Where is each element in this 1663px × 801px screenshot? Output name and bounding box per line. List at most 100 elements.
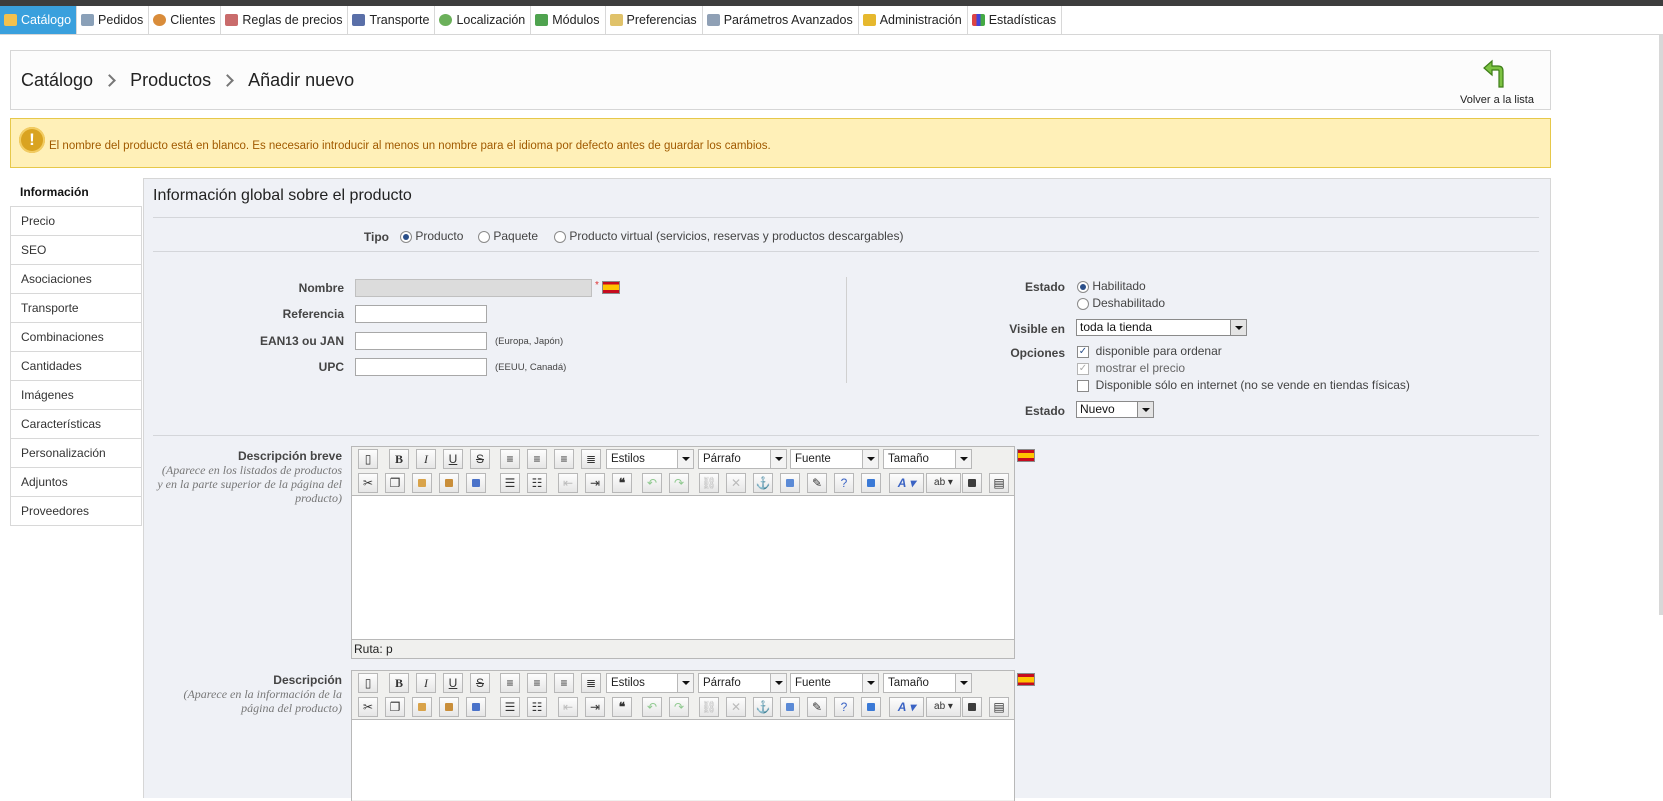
short-description-textarea[interactable] — [352, 495, 1014, 640]
visibility-select[interactable]: toda la tienda — [1076, 319, 1247, 336]
align-right-icon[interactable]: ≡ — [554, 449, 574, 469]
italic-icon[interactable]: I — [416, 449, 436, 469]
cleanup-icon[interactable]: ✎ — [807, 473, 827, 493]
outdent-icon[interactable]: ⇤ — [558, 697, 578, 717]
align-justify-icon[interactable]: ≣ — [581, 449, 601, 469]
styles-select[interactable]: Estilos — [606, 673, 694, 693]
page-scrollbar[interactable] — [1659, 35, 1663, 615]
status-option-enabled[interactable]: Habilitado — [1077, 279, 1146, 293]
nav-item-estadisticas[interactable]: Estadísticas — [968, 6, 1063, 34]
styles-select[interactable]: Estilos — [606, 449, 694, 469]
copy-icon[interactable]: ❐ — [385, 697, 405, 717]
unlink-icon[interactable]: ✕ — [726, 473, 746, 493]
type-option-product[interactable]: Producto — [400, 229, 463, 243]
sidebar-item-caracteristicas[interactable]: Características — [10, 410, 142, 439]
radio-virtual[interactable] — [554, 230, 566, 243]
highlight-color-icon[interactable]: ab ▾ — [926, 697, 961, 717]
underline-icon[interactable]: U — [443, 673, 463, 693]
option-show-price[interactable]: ✓ mostrar el precio — [1077, 361, 1185, 375]
checkbox-available-order[interactable]: ✓ — [1077, 345, 1089, 358]
status-option-disabled[interactable]: Deshabilitado — [1077, 296, 1165, 310]
media-icon[interactable] — [962, 697, 982, 717]
radio-pack[interactable] — [478, 230, 490, 243]
highlight-color-icon[interactable]: ab ▾ — [926, 473, 961, 493]
spain-flag-icon[interactable] — [1017, 449, 1035, 462]
sidebar-item-asociaciones[interactable]: Asociaciones — [10, 265, 142, 294]
nav-item-catalogo[interactable]: Catálogo — [0, 6, 78, 34]
option-available-order[interactable]: ✓ disponible para ordenar — [1077, 344, 1222, 358]
strikethrough-icon[interactable]: S — [470, 449, 490, 469]
nav-item-administracion[interactable]: Administración — [859, 6, 968, 34]
checkbox-show-price[interactable]: ✓ — [1077, 362, 1089, 375]
breadcrumb-item[interactable]: Productos — [130, 70, 211, 91]
help-icon[interactable]: ? — [834, 697, 854, 717]
align-left-icon[interactable]: ≡ — [500, 449, 520, 469]
copy-icon[interactable]: ❐ — [385, 473, 405, 493]
paste-icon[interactable] — [412, 697, 432, 717]
nav-item-pedidos[interactable]: Pedidos — [77, 6, 150, 34]
image-icon[interactable] — [780, 697, 800, 717]
align-justify-icon[interactable]: ≣ — [581, 673, 601, 693]
breadcrumb-item[interactable]: Catálogo — [21, 70, 93, 91]
html-source-icon[interactable] — [861, 473, 881, 493]
text-color-icon[interactable]: A ▾ — [889, 473, 924, 493]
bold-icon[interactable]: B — [389, 673, 409, 693]
align-right-icon[interactable]: ≡ — [554, 673, 574, 693]
spain-flag-icon[interactable] — [602, 281, 620, 294]
paste-word-icon[interactable] — [466, 473, 486, 493]
nav-item-localizacion[interactable]: Localización — [435, 6, 532, 34]
nav-item-clientes[interactable]: Clientes — [149, 6, 222, 34]
font-select[interactable]: Fuente — [790, 673, 879, 693]
option-online-only[interactable]: Disponible sólo en internet (no se vende… — [1077, 378, 1410, 392]
indent-icon[interactable]: ⇥ — [585, 697, 605, 717]
align-center-icon[interactable]: ≡ — [527, 449, 547, 469]
back-to-list-button[interactable]: Volver a la lista — [1460, 59, 1534, 106]
reference-input[interactable] — [355, 305, 487, 323]
align-center-icon[interactable]: ≡ — [527, 673, 547, 693]
type-option-virtual[interactable]: Producto virtual (servicios, reservas y … — [554, 229, 903, 243]
link-icon[interactable]: ⛓ — [699, 697, 719, 717]
sidebar-item-cantidades[interactable]: Cantidades — [10, 352, 142, 381]
text-color-icon[interactable]: A ▾ — [889, 697, 924, 717]
cut-icon[interactable]: ✂ — [358, 473, 378, 493]
link-icon[interactable]: ⛓ — [699, 473, 719, 493]
blockquote-icon[interactable]: ❝ — [612, 473, 632, 493]
html-source-icon[interactable] — [861, 697, 881, 717]
radio-enabled[interactable] — [1077, 280, 1089, 293]
unlink-icon[interactable]: ✕ — [726, 697, 746, 717]
bold-icon[interactable]: B — [389, 449, 409, 469]
checkbox-online-only[interactable] — [1077, 379, 1089, 392]
anchor-icon[interactable]: ⚓ — [753, 473, 773, 493]
size-select[interactable]: Tamaño — [883, 449, 972, 469]
indent-icon[interactable]: ⇥ — [585, 473, 605, 493]
template-icon[interactable]: ▤ — [989, 697, 1009, 717]
sidebar-item-personalizacion[interactable]: Personalización — [10, 439, 142, 468]
nav-item-preferencias[interactable]: Preferencias — [606, 6, 703, 34]
bullet-list-icon[interactable]: ☰ — [500, 473, 520, 493]
numbered-list-icon[interactable]: ☷ — [527, 473, 547, 493]
font-select[interactable]: Fuente — [790, 449, 879, 469]
upc-input[interactable] — [355, 358, 487, 376]
nav-item-reglas[interactable]: Reglas de precios — [221, 6, 349, 34]
nav-item-transporte[interactable]: Transporte — [348, 6, 436, 34]
sidebar-item-imagenes[interactable]: Imágenes — [10, 381, 142, 410]
image-icon[interactable] — [780, 473, 800, 493]
spain-flag-icon[interactable] — [1017, 673, 1035, 686]
nav-item-modulos[interactable]: Módulos — [531, 6, 606, 34]
radio-product[interactable] — [400, 230, 412, 243]
bullet-list-icon[interactable]: ☰ — [500, 697, 520, 717]
paste-text-icon[interactable] — [439, 473, 459, 493]
redo-icon[interactable]: ↷ — [669, 473, 689, 493]
condition-select[interactable]: Nuevo — [1076, 401, 1154, 418]
description-textarea[interactable] — [352, 719, 1014, 800]
sidebar-item-informacion[interactable]: Información — [10, 178, 142, 206]
type-option-pack[interactable]: Paquete — [478, 229, 538, 243]
sidebar-item-adjuntos[interactable]: Adjuntos — [10, 468, 142, 497]
radio-disabled[interactable] — [1077, 297, 1089, 310]
paragraph-select[interactable]: Párrafo — [698, 673, 787, 693]
align-left-icon[interactable]: ≡ — [500, 673, 520, 693]
sidebar-item-seo[interactable]: SEO — [10, 236, 142, 265]
numbered-list-icon[interactable]: ☷ — [527, 697, 547, 717]
size-select[interactable]: Tamaño — [883, 673, 972, 693]
nav-item-parametros[interactable]: Parámetros Avanzados — [703, 6, 859, 34]
